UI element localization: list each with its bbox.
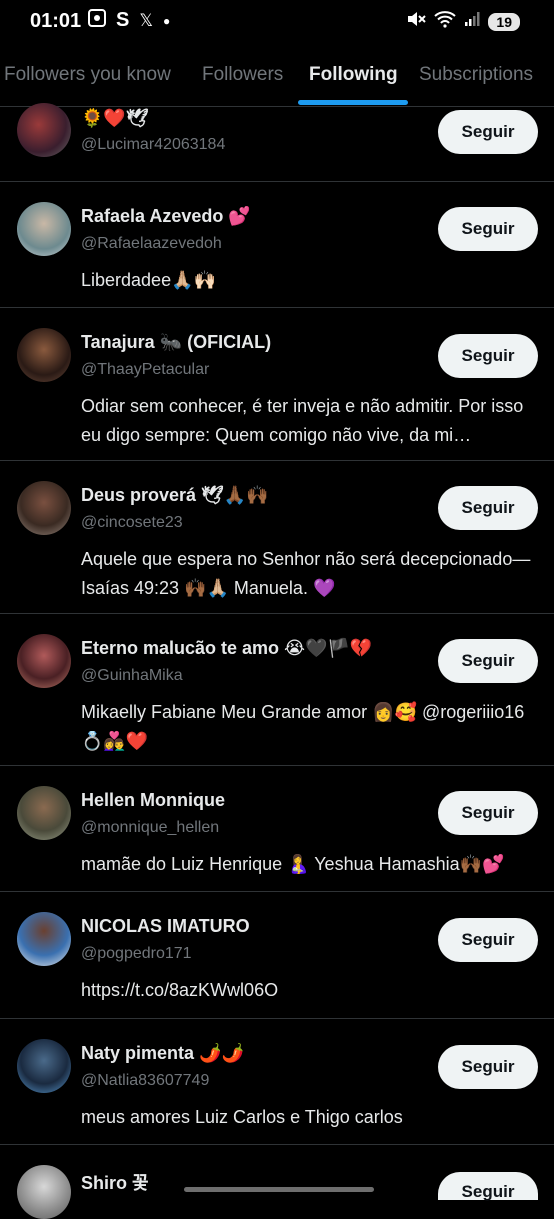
dot-icon: ● [163, 13, 171, 28]
avatar[interactable] [17, 481, 71, 535]
tab-followers[interactable]: Followers [202, 64, 283, 86]
mute-icon [406, 10, 427, 33]
user-handle: @pogpedro171 [81, 945, 192, 962]
wifi-icon [434, 10, 457, 33]
user-bio: Mikaelly Fabiane Meu Grande amor 👩🥰 @rog… [81, 702, 525, 751]
active-tab-indicator [298, 100, 408, 105]
home-indicator[interactable] [184, 1187, 374, 1192]
user-handle: @monnique_hellen [81, 819, 220, 836]
user-name: Eterno malucão te amo 😭🖤🏴💔 [81, 638, 373, 658]
list-item[interactable]: Deus proverá 🕊🙏🏾🙌🏾 @cincosete23 Aquele q… [0, 460, 554, 614]
user-handle: @Rafaelaazevedoh [81, 235, 222, 252]
avatar[interactable] [17, 1165, 71, 1219]
follow-button[interactable]: Seguir [438, 1172, 538, 1201]
x-app-icon: 𝕏 [139, 10, 154, 30]
user-bio: https://t.co/8azKWwl06O [81, 980, 279, 1000]
list-item[interactable]: 🌻❤️🕊 @Lucimar42063184 Seguir [0, 103, 554, 182]
battery-icon: 19 [488, 12, 520, 31]
follow-button[interactable]: Seguir [438, 791, 538, 835]
status-time: 01:01 [30, 10, 82, 32]
follow-button[interactable]: Seguir [438, 486, 538, 530]
list-item[interactable]: Hellen Monnique @monnique_hellen mamãe d… [0, 765, 554, 892]
avatar[interactable] [17, 634, 71, 688]
tab-subscriptions[interactable]: Subscriptions [419, 64, 533, 86]
s-app-icon: S [116, 9, 130, 31]
list-item[interactable]: Eterno malucão te amo 😭🖤🏴💔 @GuinhaMika M… [0, 613, 554, 766]
avatar[interactable] [17, 912, 71, 966]
user-name: Hellen Monnique [81, 790, 225, 810]
tab-following[interactable]: Following [309, 64, 398, 86]
user-bio: Liberdadee🙏🏼🙌🏻 [81, 270, 216, 290]
tab-bar: Followers you know Followers Following S… [0, 48, 554, 107]
avatar[interactable] [17, 103, 71, 157]
user-handle: @cincosete23 [81, 514, 183, 531]
follow-button[interactable]: Seguir [438, 1045, 538, 1089]
user-name: 🌻❤️🕊 [81, 108, 149, 128]
user-bio: Aquele que espera no Senhor não será dec… [81, 549, 531, 598]
user-name: Rafaela Azevedo 💕 [81, 206, 251, 226]
follow-button[interactable]: Seguir [438, 918, 538, 962]
user-name: Deus proverá 🕊🙏🏾🙌🏾 [81, 485, 269, 505]
user-name: Naty pimenta 🌶️🌶️ [81, 1043, 244, 1063]
list-item[interactable]: Tanajura 🐜 (OFICIAL) @ThaayPetacular Odi… [0, 307, 554, 461]
follow-button[interactable]: Seguir [438, 207, 538, 251]
follow-button[interactable]: Seguir [438, 110, 538, 154]
screenshot-icon [88, 9, 106, 32]
tab-followers-you-know[interactable]: Followers you know [4, 64, 171, 86]
user-bio: meus amores Luiz Carlos e Thigo carlos [81, 1107, 403, 1127]
avatar[interactable] [17, 328, 71, 382]
list-item[interactable]: Naty pimenta 🌶️🌶️ @Natlia83607749 meus a… [0, 1018, 554, 1145]
user-name: NICOLAS IMATURO [81, 916, 250, 936]
user-bio: mamãe do Luiz Henrique 🤱 Yeshua Hamashia… [81, 854, 505, 874]
user-handle: @Lucimar42063184 [81, 136, 226, 153]
follow-button[interactable]: Seguir [438, 639, 538, 683]
avatar[interactable] [17, 786, 71, 840]
follow-button[interactable]: Seguir [438, 334, 538, 378]
list-item[interactable]: Rafaela Azevedo 💕 @Rafaelaazevedoh Liber… [0, 181, 554, 308]
user-handle: @Natlia83607749 [81, 1072, 210, 1089]
user-name: Shiro 꽃 [81, 1173, 149, 1193]
user-handle: @GuinhaMika [81, 667, 183, 684]
signal-icon [464, 11, 480, 32]
list-item[interactable]: NICOLAS IMATURO @pogpedro171 https://t.c… [0, 891, 554, 1019]
user-handle: @ThaayPetacular [81, 361, 210, 378]
avatar[interactable] [17, 1039, 71, 1093]
user-bio: Odiar sem conhecer, é ter inveja e não a… [81, 396, 524, 445]
avatar[interactable] [17, 202, 71, 256]
user-name: Tanajura 🐜 (OFICIAL) [81, 332, 272, 352]
status-bar: 01:01 S 𝕏 ● 19 [0, 0, 554, 46]
